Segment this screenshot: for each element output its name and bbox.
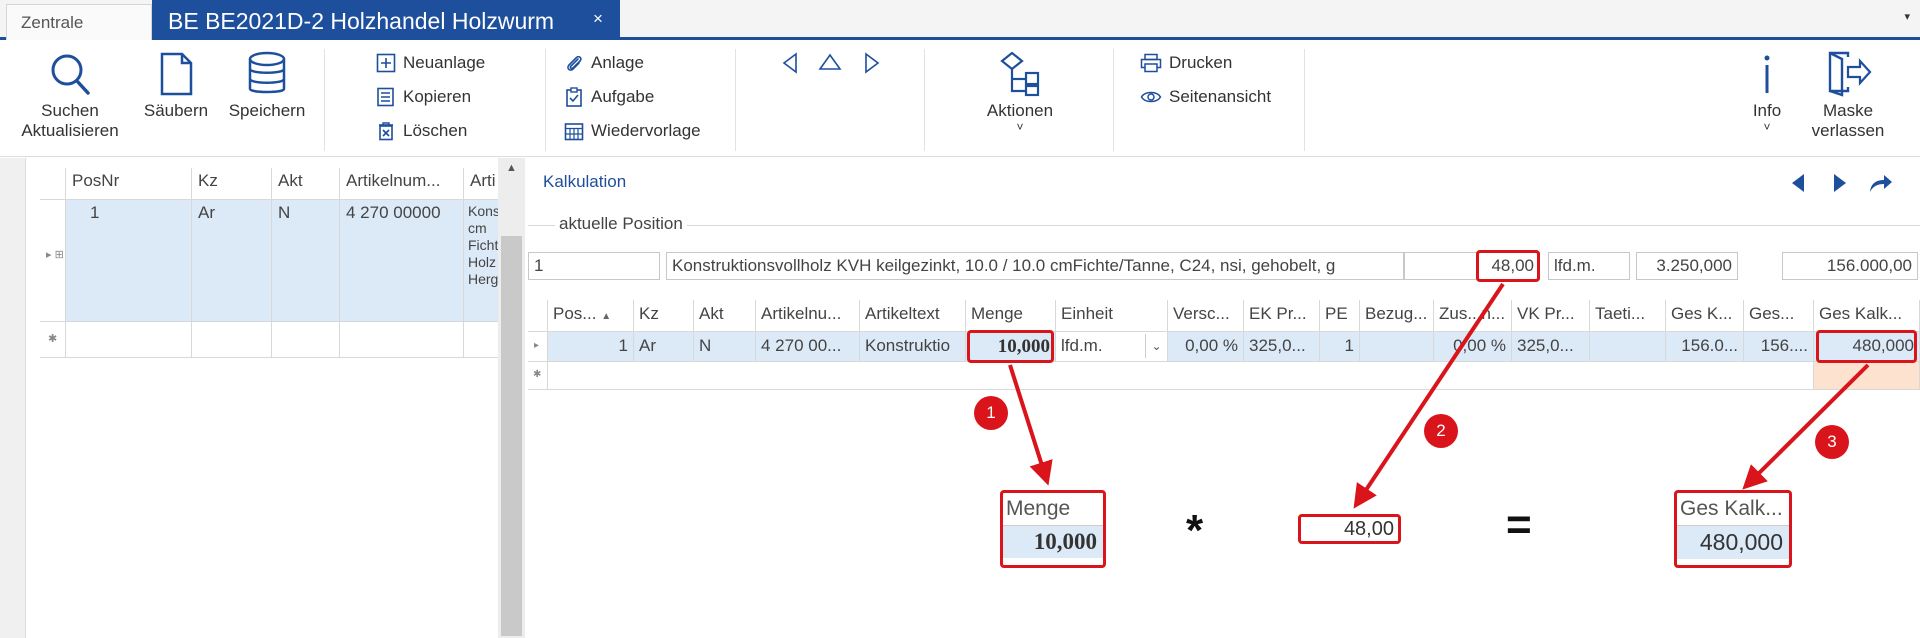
formula-result-label: Ges Kalk...: [1677, 493, 1789, 526]
formula-price-box: 48,00: [1298, 514, 1401, 544]
arrow-quantity: [1008, 364, 1053, 486]
arrow-total: [1742, 363, 1870, 490]
formula-result-value: 480,000: [1677, 526, 1789, 559]
formula-quantity-box: Menge 10,000: [1000, 490, 1106, 568]
multiply-operator: *: [1186, 506, 1204, 555]
step-badge-2: 2: [1424, 414, 1458, 448]
annotation-arrows: [1008, 282, 1870, 509]
arrow-price: [1353, 282, 1505, 509]
formula-result-box: Ges Kalk... 480,000: [1674, 490, 1792, 568]
formula-price-value: 48,00: [1301, 517, 1398, 541]
formula-quantity-label: Menge: [1003, 493, 1103, 526]
equals-operator: =: [1506, 500, 1532, 549]
step-badge-1: 1: [974, 396, 1008, 430]
formula-quantity-value: 10,000: [1003, 526, 1103, 558]
step-badge-3: 3: [1815, 425, 1849, 459]
